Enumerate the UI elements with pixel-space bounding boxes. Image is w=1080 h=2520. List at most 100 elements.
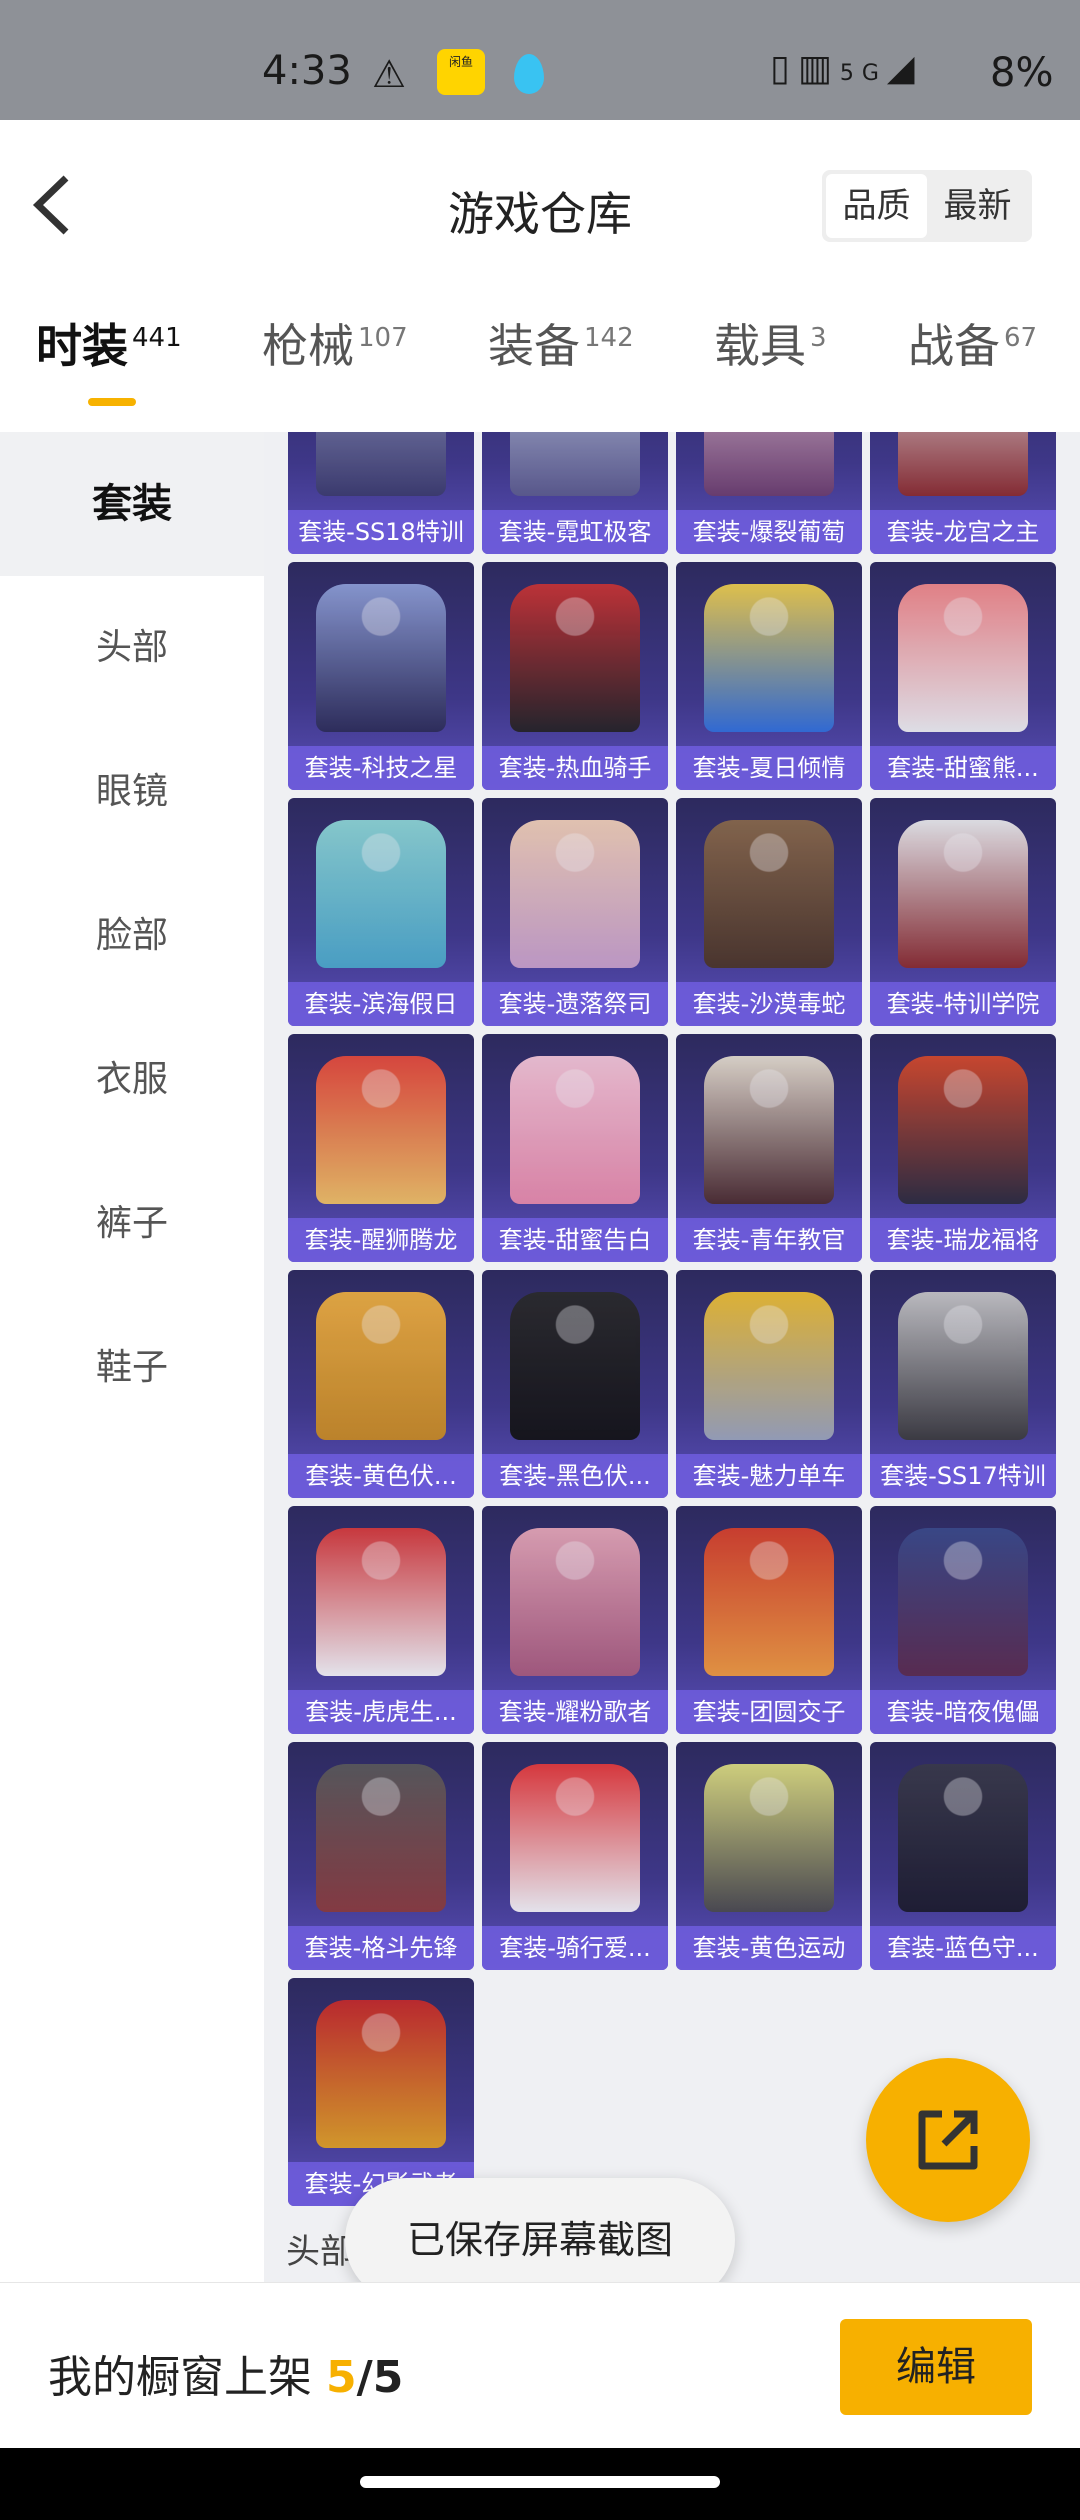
- tab-battle-gear[interactable]: 战备 67: [908, 310, 1037, 376]
- item-card[interactable]: 套装-醒狮腾龙: [288, 1034, 474, 1262]
- item-card[interactable]: 套装-黄色伏...: [288, 1270, 474, 1498]
- tab-guns[interactable]: 枪械 107: [262, 310, 408, 376]
- item-name: 套装-SS17特训: [870, 1454, 1056, 1498]
- item-name: 套装-耀粉歌者: [482, 1690, 668, 1734]
- sidebar-item-clothes[interactable]: 衣服: [0, 1008, 264, 1152]
- item-card[interactable]: 套装-爆裂葡萄: [676, 432, 862, 554]
- outfit-image: [316, 820, 446, 968]
- item-card[interactable]: 套装-科技之星: [288, 562, 474, 790]
- outfit-image: [704, 1292, 834, 1440]
- item-card[interactable]: 套装-SS17特训: [870, 1270, 1056, 1498]
- item-card[interactable]: 套装-蓝色守...: [870, 1742, 1056, 1970]
- item-card[interactable]: 套装-滨海假日: [288, 798, 474, 1026]
- tab-count: 67: [1004, 322, 1038, 353]
- sidebar: 套装 头部 眼镜 脸部 衣服 裤子 鞋子: [0, 432, 264, 2282]
- item-name: 套装-滨海假日: [288, 982, 474, 1026]
- item-card[interactable]: 套装-沙漠毒蛇: [676, 798, 862, 1026]
- item-name: 套装-黑色伏...: [482, 1454, 668, 1498]
- item-name: 套装-夏日倾情: [676, 746, 862, 790]
- outfit-image: [704, 1528, 834, 1676]
- item-card[interactable]: 套装-霓虹极客: [482, 432, 668, 554]
- outfit-image: [510, 1292, 640, 1440]
- system-icons: ▯▥5G◢: [770, 48, 923, 89]
- tab-label: 载具: [714, 319, 806, 373]
- sidebar-item-set[interactable]: 套装: [0, 432, 264, 576]
- item-name: 套装-热血骑手: [482, 746, 668, 790]
- item-card[interactable]: 套装-青年教官: [676, 1034, 862, 1262]
- outfit-image: [704, 1764, 834, 1912]
- tab-count: 3: [810, 322, 827, 353]
- item-card[interactable]: 套装-格斗先锋: [288, 1742, 474, 1970]
- tab-label: 战备: [908, 319, 1000, 373]
- share-button[interactable]: [866, 2058, 1030, 2222]
- sidebar-item-shoes[interactable]: 鞋子: [0, 1296, 264, 1440]
- battery-level: 8%: [990, 50, 1054, 96]
- outfit-image: [510, 1056, 640, 1204]
- item-card[interactable]: 套装-夏日倾情: [676, 562, 862, 790]
- outfit-image: [316, 432, 446, 496]
- outfit-image: [510, 1764, 640, 1912]
- sort-option-quality[interactable]: 品质: [826, 174, 927, 238]
- outfit-image: [898, 432, 1028, 496]
- item-name: 套装-SS18特训: [288, 510, 474, 554]
- item-card[interactable]: 套装-SS18特训: [288, 432, 474, 554]
- drop-icon: [514, 54, 544, 94]
- item-name: 套装-醒狮腾龙: [288, 1218, 474, 1262]
- tab-equipment[interactable]: 装备 142: [488, 310, 634, 376]
- sort-option-newest[interactable]: 最新: [927, 174, 1028, 238]
- item-card[interactable]: 套装-虎虎生...: [288, 1506, 474, 1734]
- edit-button[interactable]: 编辑: [840, 2319, 1032, 2415]
- tab-label: 枪械: [262, 319, 354, 373]
- tab-vehicles[interactable]: 载具 3: [714, 310, 827, 376]
- outfit-image: [316, 1056, 446, 1204]
- item-card[interactable]: 套装-团圆交子: [676, 1506, 862, 1734]
- sidebar-item-face[interactable]: 脸部: [0, 864, 264, 1008]
- item-card[interactable]: 套装-黄色运动: [676, 1742, 862, 1970]
- item-card[interactable]: 套装-瑞龙福将: [870, 1034, 1056, 1262]
- item-card[interactable]: 套装-耀粉歌者: [482, 1506, 668, 1734]
- shelf-separator: /: [356, 2352, 373, 2403]
- tab-fashion[interactable]: 时装 441: [36, 310, 182, 376]
- item-card[interactable]: 套装-黑色伏...: [482, 1270, 668, 1498]
- item-name: 套装-科技之星: [288, 746, 474, 790]
- outfit-image: [898, 1764, 1028, 1912]
- sidebar-item-pants[interactable]: 裤子: [0, 1152, 264, 1296]
- outfit-image: [510, 432, 640, 496]
- category-tabs: 时装 441 枪械 107 装备 142 载具 3 战备 67: [0, 310, 1080, 420]
- item-name: 套装-格斗先锋: [288, 1926, 474, 1970]
- outfit-image: [316, 1764, 446, 1912]
- tab-count: 441: [132, 322, 182, 353]
- item-name: 套装-沙漠毒蛇: [676, 982, 862, 1026]
- status-time: 4:33: [262, 48, 352, 94]
- outfit-image: [898, 1292, 1028, 1440]
- outfit-image: [704, 820, 834, 968]
- item-name: 套装-霓虹极客: [482, 510, 668, 554]
- tab-count: 107: [358, 322, 408, 353]
- outfit-image: [316, 1528, 446, 1676]
- sidebar-item-head[interactable]: 头部: [0, 576, 264, 720]
- item-card[interactable]: 套装-热血骑手: [482, 562, 668, 790]
- home-handle[interactable]: [360, 2476, 720, 2488]
- vibrate-icon: ▯: [770, 48, 798, 89]
- item-card[interactable]: 套装-骑行爱...: [482, 1742, 668, 1970]
- item-name: 套装-暗夜傀儡: [870, 1690, 1056, 1734]
- tab-label: 时装: [36, 319, 128, 373]
- outfit-image: [704, 1056, 834, 1204]
- tab-label: 装备: [488, 319, 580, 373]
- item-name: 套装-龙宫之主: [870, 510, 1056, 554]
- item-name: 套装-甜蜜告白: [482, 1218, 668, 1262]
- item-card[interactable]: 套装-幻影武者: [288, 1978, 474, 2206]
- item-card[interactable]: 套装-暗夜傀儡: [870, 1506, 1056, 1734]
- item-card[interactable]: 套装-魅力单车: [676, 1270, 862, 1498]
- item-name: 套装-爆裂葡萄: [676, 510, 862, 554]
- item-card[interactable]: 套装-遗落祭司: [482, 798, 668, 1026]
- item-card[interactable]: 套装-龙宫之主: [870, 432, 1056, 554]
- item-card[interactable]: 套装-甜蜜告白: [482, 1034, 668, 1262]
- item-card[interactable]: 套装-甜蜜熊...: [870, 562, 1056, 790]
- outfit-image: [898, 1528, 1028, 1676]
- item-card[interactable]: 套装-特训学院: [870, 798, 1056, 1026]
- item-name: 套装-青年教官: [676, 1218, 862, 1262]
- sidebar-item-glasses[interactable]: 眼镜: [0, 720, 264, 864]
- item-name: 套装-遗落祭司: [482, 982, 668, 1026]
- outfit-image: [898, 1056, 1028, 1204]
